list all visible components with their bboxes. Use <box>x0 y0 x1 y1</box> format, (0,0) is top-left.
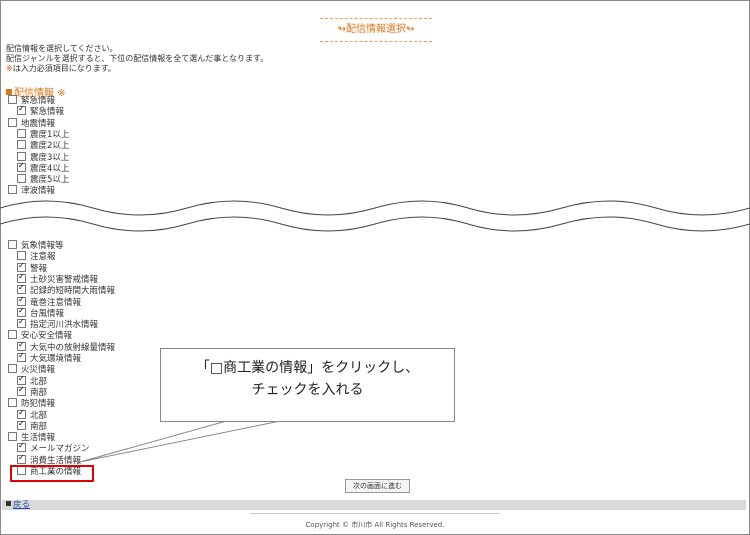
info-checkbox-row[interactable]: 震度1以上 <box>17 128 69 140</box>
checkbox-label[interactable]: 大気環境情報 <box>30 354 81 364</box>
checkbox-label[interactable]: 震度5以上 <box>30 175 69 185</box>
checkbox-label[interactable]: 北部 <box>30 411 47 421</box>
back-link[interactable]: 戻る <box>6 500 30 510</box>
checkbox-label[interactable]: 警報 <box>30 264 47 274</box>
checkbox-label[interactable]: 緊急情報 <box>30 107 64 117</box>
checkbox-checked[interactable] <box>17 350 26 362</box>
checkbox-unchecked[interactable] <box>8 330 17 340</box>
checkbox-label[interactable]: 火災情報 <box>21 365 55 375</box>
checkbox-unchecked[interactable] <box>8 432 17 442</box>
checkbox-unchecked[interactable] <box>8 364 17 374</box>
title-left-ornament: ↬ <box>337 24 346 35</box>
required-mark: ※ <box>6 64 13 73</box>
info-checkbox-row[interactable]: 緊急情報 <box>17 103 64 117</box>
intro-line-3-text: は入力必須項目になります。 <box>12 64 116 73</box>
checkbox-checked[interactable] <box>17 384 26 396</box>
info-checkbox-row[interactable]: 竜巻注意情報 <box>17 294 81 308</box>
genre-checkbox-row[interactable]: 津波情報 <box>8 185 55 196</box>
next-button[interactable]: 次の画面に進む <box>345 479 410 493</box>
checkbox-label[interactable]: 防犯情報 <box>21 399 55 409</box>
instruction-callout: 「□商工業の情報」をクリックし、 チェックを入れる <box>160 348 455 422</box>
genre-checkbox-row[interactable]: 防犯情報 <box>8 398 55 409</box>
info-checkbox-row[interactable]: 震度3以上 <box>17 151 69 163</box>
intro-line-2: 配信ジャンルを選択すると、下位の配信情報を全て選んだ事となります。 <box>6 54 269 63</box>
checkbox-label[interactable]: 土砂災害警戒情報 <box>30 275 98 285</box>
checkbox-label[interactable]: 南部 <box>30 422 47 432</box>
checkbox-unchecked[interactable] <box>17 140 26 150</box>
checkbox-label[interactable]: 緊急情報 <box>21 96 55 106</box>
omission-wave-divider <box>0 200 750 232</box>
highlight-box <box>10 465 94 482</box>
info-checkbox-row[interactable]: 指定河川洪水情報 <box>17 316 98 330</box>
info-checkbox-row[interactable]: 南部 <box>17 418 47 432</box>
checkbox-checked[interactable] <box>17 160 26 172</box>
checkbox-unchecked[interactable] <box>17 174 26 184</box>
screenshot-frame <box>0 0 750 535</box>
checkbox-label[interactable]: 竜巻注意情報 <box>30 298 81 308</box>
callout-line-1: 「□商工業の情報」をクリックし、 <box>195 360 420 376</box>
footer-divider <box>250 513 500 514</box>
page-title: ↬配信情報選択↬ <box>320 18 432 42</box>
checkbox-checked[interactable] <box>17 418 26 430</box>
genre-checkbox-row[interactable]: 地震情報 <box>8 117 55 129</box>
checkbox-label[interactable]: 北部 <box>30 377 47 387</box>
checkbox-label[interactable]: 気象情報等 <box>21 241 64 251</box>
genre-checkbox-row[interactable]: 気象情報等 <box>8 240 64 251</box>
info-checkbox-row[interactable]: 記録的短時間大雨情報 <box>17 282 115 296</box>
checkbox-label[interactable]: 注意報 <box>30 252 56 262</box>
back-bar <box>2 500 746 510</box>
checkbox-label[interactable]: 指定河川洪水情報 <box>30 320 98 330</box>
checkbox-unchecked[interactable] <box>8 398 17 408</box>
checkbox-label[interactable]: 地震情報 <box>21 119 55 129</box>
checkbox-label[interactable]: 安心安全情報 <box>21 331 72 341</box>
checkbox-unchecked[interactable] <box>8 95 17 104</box>
checkbox-label[interactable]: 生活情報 <box>21 433 55 443</box>
info-checkbox-row[interactable]: 震度5以上 <box>17 174 69 185</box>
checkbox-label[interactable]: 南部 <box>30 388 47 398</box>
intro-text: 配信情報を選択してください。 配信ジャンルを選択すると、下位の配信情報を全て選ん… <box>6 44 268 74</box>
callout-line-2: チェックを入れる <box>251 382 364 398</box>
page-title-text: 配信情報選択 <box>346 24 406 35</box>
intro-line-1: 配信情報を選択してください。 <box>6 44 118 53</box>
checkbox-label[interactable]: 震度3以上 <box>30 153 69 163</box>
checkbox-label[interactable]: 震度4以上 <box>30 164 69 174</box>
info-checkbox-row[interactable]: 大気環境情報 <box>17 350 81 364</box>
checkbox-checked[interactable] <box>17 103 26 116</box>
checkbox-label[interactable]: 台風情報 <box>30 309 64 319</box>
checkbox-label[interactable]: 震度1以上 <box>30 130 69 140</box>
info-checkbox-row[interactable]: 土砂災害警戒情報 <box>17 271 98 285</box>
genre-checkbox-row[interactable]: 緊急情報 <box>8 95 55 106</box>
intro-line-3: ※は入力必須項目になります。 <box>6 64 268 74</box>
title-right-ornament: ↬ <box>406 24 415 35</box>
info-checkbox-row[interactable]: 震度2以上 <box>17 140 69 151</box>
checkbox-unchecked[interactable] <box>8 240 17 249</box>
info-checkbox-row[interactable]: 震度4以上 <box>17 160 69 174</box>
checkbox-label[interactable]: メールマガジン <box>30 444 90 454</box>
back-link-label[interactable]: 戻る <box>13 500 30 510</box>
back-square-icon <box>6 501 11 506</box>
checkbox-unchecked[interactable] <box>8 185 17 195</box>
checkbox-checked[interactable] <box>17 452 26 464</box>
info-checkbox-row[interactable]: 南部 <box>17 384 47 398</box>
copyright: Copyright © 市川市 All Rights Reserved. <box>305 521 445 529</box>
checkbox-checked[interactable] <box>17 316 26 329</box>
checkbox-label[interactable]: 津波情報 <box>21 186 55 196</box>
checkbox-label[interactable]: 大気中の放射線量情報 <box>30 343 115 353</box>
checkbox-label[interactable]: 震度2以上 <box>30 141 69 151</box>
checkbox-unchecked[interactable] <box>17 128 26 138</box>
info-checkbox-row[interactable]: メールマガジン <box>17 440 90 454</box>
genre-checkbox-row[interactable]: 火災情報 <box>8 364 55 375</box>
genre-checkbox-row[interactable]: 生活情報 <box>8 432 55 443</box>
checkbox-label[interactable]: 記録的短時間大雨情報 <box>30 286 115 296</box>
checkbox-unchecked[interactable] <box>8 117 17 127</box>
section-required-mark: ※ <box>57 88 66 99</box>
info-checkbox-row[interactable]: 大気中の放射線量情報 <box>17 339 115 353</box>
